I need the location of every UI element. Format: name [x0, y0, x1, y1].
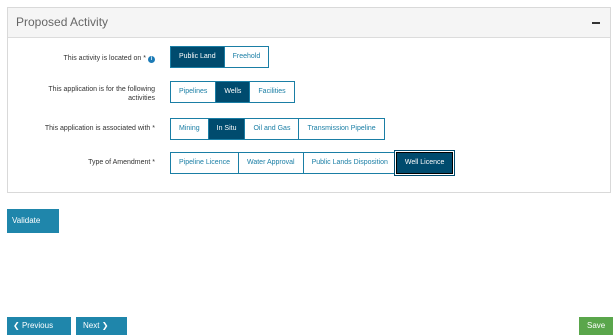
location-label: This activity is located on * i	[64, 54, 155, 63]
panel-header[interactable]: Proposed Activity	[8, 8, 610, 38]
save-button[interactable]: Save	[579, 317, 613, 335]
proposed-activity-panel: Proposed Activity This activity is locat…	[7, 7, 611, 193]
location-label-text: This activity is located on *	[63, 55, 146, 62]
option-pipelines[interactable]: Pipelines	[171, 82, 217, 102]
option-pipeline-licence[interactable]: Pipeline Licence	[171, 153, 239, 173]
previous-label: Previous	[21, 321, 54, 330]
option-public-lands-disposition[interactable]: Public Lands Disposition	[303, 153, 397, 173]
option-mining[interactable]: Mining	[171, 119, 209, 139]
amendment-options: Pipeline Licence Water Approval Public L…	[170, 152, 454, 174]
option-transmission-pipeline[interactable]: Transmission Pipeline	[299, 119, 384, 139]
option-public-land[interactable]: Public Land	[171, 47, 225, 67]
option-freehold[interactable]: Freehold	[224, 47, 269, 67]
option-wells[interactable]: Wells	[216, 82, 251, 102]
next-label: Next	[83, 321, 100, 330]
associated-options: Mining In Situ Oil and Gas Transmission …	[170, 118, 385, 140]
option-in-situ[interactable]: In Situ	[208, 119, 246, 139]
info-icon[interactable]: i	[148, 56, 155, 63]
activities-options: Pipelines Wells Facilities	[170, 81, 295, 103]
option-oil-and-gas[interactable]: Oil and Gas	[245, 119, 300, 139]
activities-label-line1: This application is for the following	[48, 86, 155, 93]
panel-title: Proposed Activity	[16, 15, 109, 29]
chevron-right-icon: ❯	[101, 321, 109, 330]
associated-label: This application is associated with *	[44, 125, 155, 132]
option-water-approval[interactable]: Water Approval	[238, 153, 304, 173]
option-facilities[interactable]: Facilities	[250, 82, 294, 102]
collapse-icon[interactable]	[592, 22, 600, 24]
validate-button[interactable]: Validate	[7, 209, 59, 233]
option-well-licence[interactable]: Well Licence	[395, 152, 454, 174]
activities-label: This application is for the following ac…	[48, 85, 155, 103]
next-button[interactable]: Next ❯	[76, 317, 127, 335]
amendment-label: Type of Amendment *	[88, 159, 155, 166]
activities-label-line2: activities	[128, 95, 155, 102]
location-options: Public Land Freehold	[170, 46, 270, 68]
previous-button[interactable]: ❮ Previous	[7, 317, 71, 335]
chevron-left-icon: ❮	[13, 321, 20, 330]
